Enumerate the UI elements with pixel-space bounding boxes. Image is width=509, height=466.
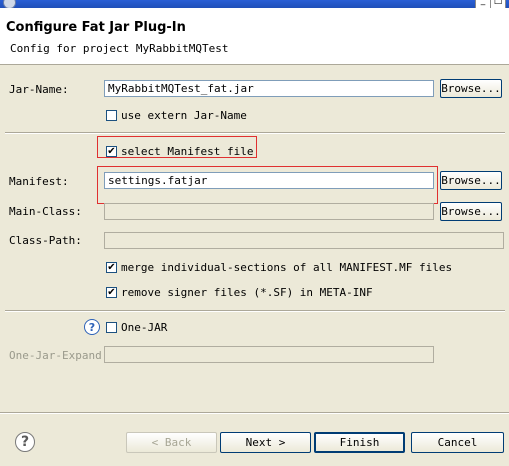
main-class-input[interactable] <box>104 203 434 220</box>
dialog-header: Configure Fat Jar Plug-In Config for pro… <box>0 8 509 65</box>
manifest-input[interactable]: settings.fatjar <box>104 172 434 189</box>
one-jar-checkbox[interactable] <box>106 322 117 333</box>
manifest-browse-button[interactable]: Browse... <box>440 171 502 190</box>
finish-button[interactable]: Finish <box>314 432 405 453</box>
jar-name-browse-button[interactable]: Browse... <box>440 79 502 98</box>
main-class-label: Main-Class: <box>9 205 82 218</box>
jar-name-input[interactable]: MyRabbitMQTest_fat.jar <box>104 80 434 97</box>
remove-signer-files-label: remove signer files (*.SF) in META-INF <box>121 286 373 299</box>
dialog-subtitle: Config for project MyRabbitMQTest <box>10 42 229 55</box>
select-manifest-label: select Manifest file <box>121 145 254 158</box>
one-jar-expand-input[interactable] <box>104 346 434 363</box>
class-path-label: Class-Path: <box>9 234 82 247</box>
dialog-title: Configure Fat Jar Plug-In <box>6 20 186 35</box>
merge-sections-checkbox[interactable]: ✔ <box>106 262 117 273</box>
separator <box>5 132 505 134</box>
help-icon[interactable]: ? <box>84 319 100 335</box>
next-button[interactable]: Next > <box>220 432 311 453</box>
manifest-label: Manifest: <box>9 175 69 188</box>
class-path-input[interactable] <box>104 232 504 249</box>
jar-name-label: Jar-Name: <box>9 83 69 96</box>
one-jar-label: One-JAR <box>121 321 168 334</box>
back-button[interactable]: < Back <box>126 432 217 453</box>
window-title-bar <box>0 0 509 8</box>
remove-signer-files-checkbox[interactable]: ✔ <box>106 287 117 298</box>
help-icon[interactable]: ? <box>15 432 35 452</box>
one-jar-expand-label: One-Jar-Expand: <box>9 349 109 362</box>
merge-sections-label: merge individual-sections of all MANIFES… <box>121 261 453 274</box>
footer-separator <box>0 412 509 414</box>
select-manifest-checkbox[interactable]: ✔ <box>106 146 117 157</box>
cancel-button[interactable]: Cancel <box>411 432 504 453</box>
use-extern-jar-name-label: use extern Jar-Name <box>121 109 247 122</box>
separator <box>5 310 505 312</box>
use-extern-jar-name-checkbox[interactable] <box>106 110 117 121</box>
main-class-browse-button[interactable]: Browse... <box>440 202 502 221</box>
